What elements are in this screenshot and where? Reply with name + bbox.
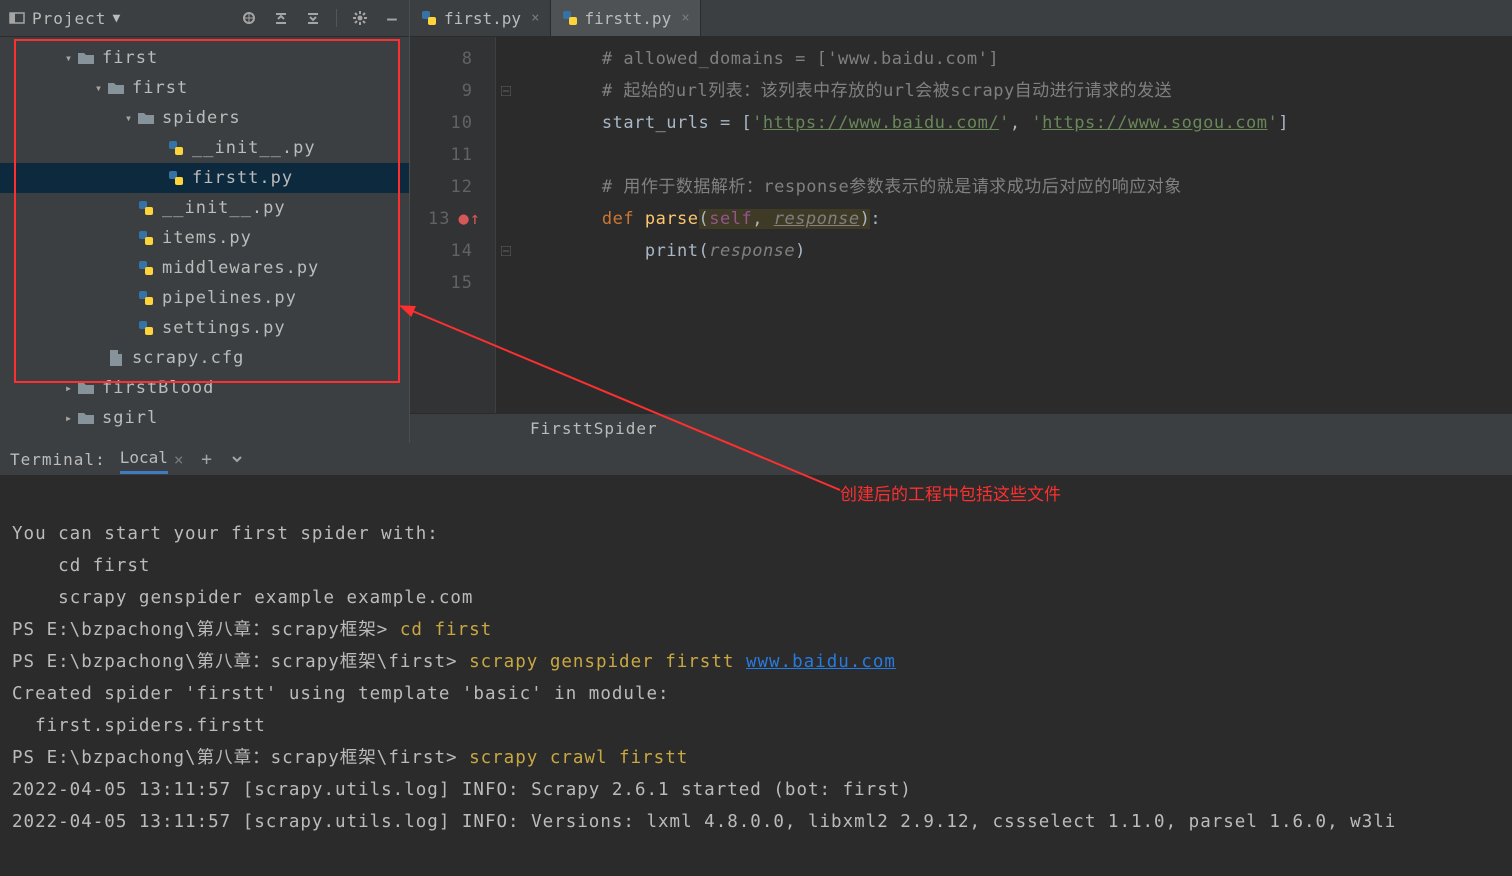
- python-file-icon: [136, 318, 156, 338]
- tree-file[interactable]: middlewares.py: [0, 253, 409, 283]
- tree-item-label: first: [102, 48, 158, 68]
- tree-file[interactable]: __init__.py: [0, 193, 409, 223]
- editor-tab[interactable]: firstt.py ×: [551, 0, 701, 36]
- tree-folder[interactable]: ▸ sgirl: [0, 403, 409, 433]
- tree-item-label: spiders: [162, 108, 241, 128]
- editor-pane: first.py × firstt.py × 8910111213●↑1415 # a…: [410, 0, 1512, 443]
- tree-folder[interactable]: ▸ firstBlood: [0, 373, 409, 403]
- python-file-icon: [166, 168, 186, 188]
- folder-icon: [76, 48, 96, 68]
- tree-item-label: pipelines.py: [162, 288, 297, 308]
- terminal-output[interactable]: You can start your first spider with: cd…: [0, 476, 1512, 876]
- tree-item-label: items.py: [162, 228, 252, 248]
- python-file-icon: [136, 198, 156, 218]
- tree-item-label: firstt.py: [192, 168, 293, 188]
- project-label: Project: [32, 9, 106, 28]
- terminal-tab-local[interactable]: Local: [120, 448, 168, 474]
- tree-file[interactable]: items.py: [0, 223, 409, 253]
- folder-icon: [76, 408, 96, 428]
- tree-folder[interactable]: ▾ first: [0, 43, 409, 73]
- tree-file[interactable]: firstt.py: [0, 163, 409, 193]
- tab-label: firstt.py: [585, 9, 672, 28]
- tree-file[interactable]: pipelines.py: [0, 283, 409, 313]
- close-icon[interactable]: ×: [681, 10, 689, 26]
- settings-icon[interactable]: [351, 9, 369, 27]
- python-file-icon: [136, 228, 156, 248]
- editor-tab[interactable]: first.py ×: [410, 0, 551, 36]
- tree-item-label: __init__.py: [192, 138, 316, 158]
- tree-item-label: __init__.py: [162, 198, 286, 218]
- dropdown-icon: ▼: [112, 11, 121, 26]
- terminal-tabs: Terminal: Local × +: [0, 443, 1512, 476]
- project-tree[interactable]: ▾ first ▾ first ▾ spiders __init__.py firstt.py…: [0, 37, 409, 443]
- tree-file[interactable]: scrapy.cfg: [0, 343, 409, 373]
- code-area[interactable]: # allowed_domains = ['www.baidu.com'] # …: [516, 37, 1512, 413]
- tree-item-label: first: [132, 78, 188, 98]
- fold-column[interactable]: [496, 37, 516, 413]
- chevron-right-icon[interactable]: ▸: [62, 411, 76, 425]
- python-file-icon: [561, 9, 579, 27]
- tree-item-label: sgirl: [102, 408, 158, 428]
- line-gutter[interactable]: 8910111213●↑1415: [410, 37, 496, 413]
- folder-icon: [106, 78, 126, 98]
- terminal-title: Terminal:: [10, 450, 106, 469]
- python-file-icon: [420, 9, 438, 27]
- expand-all-icon[interactable]: [272, 9, 290, 27]
- tree-folder[interactable]: ▾ spiders: [0, 103, 409, 133]
- chevron-down-icon[interactable]: ▾: [92, 81, 106, 95]
- close-icon[interactable]: ×: [531, 10, 539, 26]
- tree-file[interactable]: settings.py: [0, 313, 409, 343]
- tree-item-label: settings.py: [162, 318, 286, 338]
- tab-label: first.py: [444, 9, 521, 28]
- python-file-icon: [136, 258, 156, 278]
- editor-tabs: first.py × firstt.py ×: [410, 0, 1512, 37]
- tree-item-label: firstBlood: [102, 378, 214, 398]
- chevron-down-icon[interactable]: ▾: [122, 111, 136, 125]
- hide-icon[interactable]: —: [383, 9, 401, 27]
- tree-item-label: scrapy.cfg: [132, 348, 244, 368]
- select-opened-file-icon[interactable]: [240, 9, 258, 27]
- chevron-right-icon[interactable]: ▸: [62, 381, 76, 395]
- project-toolbar: Project ▼ —: [0, 0, 409, 37]
- python-file-icon: [166, 138, 186, 158]
- project-title[interactable]: Project ▼: [8, 9, 240, 28]
- folder-icon: [136, 108, 156, 128]
- chevron-down-icon[interactable]: ▾: [62, 51, 76, 65]
- project-sidebar: Project ▼ — ▾ first ▾ first ▾ spiders __init__…: [0, 0, 410, 443]
- folder-icon: [76, 378, 96, 398]
- dropdown-icon[interactable]: [228, 450, 246, 468]
- terminal-panel: Terminal: Local × + You can start your f…: [0, 443, 1512, 876]
- collapse-all-icon[interactable]: [304, 9, 322, 27]
- tree-item-label: middlewares.py: [162, 258, 319, 278]
- project-view-icon: [8, 9, 26, 27]
- new-session-icon[interactable]: +: [198, 450, 216, 468]
- python-file-icon: [136, 288, 156, 308]
- close-icon[interactable]: ×: [174, 450, 184, 469]
- config-file-icon: [106, 348, 126, 368]
- breadcrumb[interactable]: FirsttSpider: [410, 413, 1512, 443]
- tree-file[interactable]: __init__.py: [0, 133, 409, 163]
- tree-folder[interactable]: ▾ first: [0, 73, 409, 103]
- breadcrumb-text: FirsttSpider: [530, 419, 658, 438]
